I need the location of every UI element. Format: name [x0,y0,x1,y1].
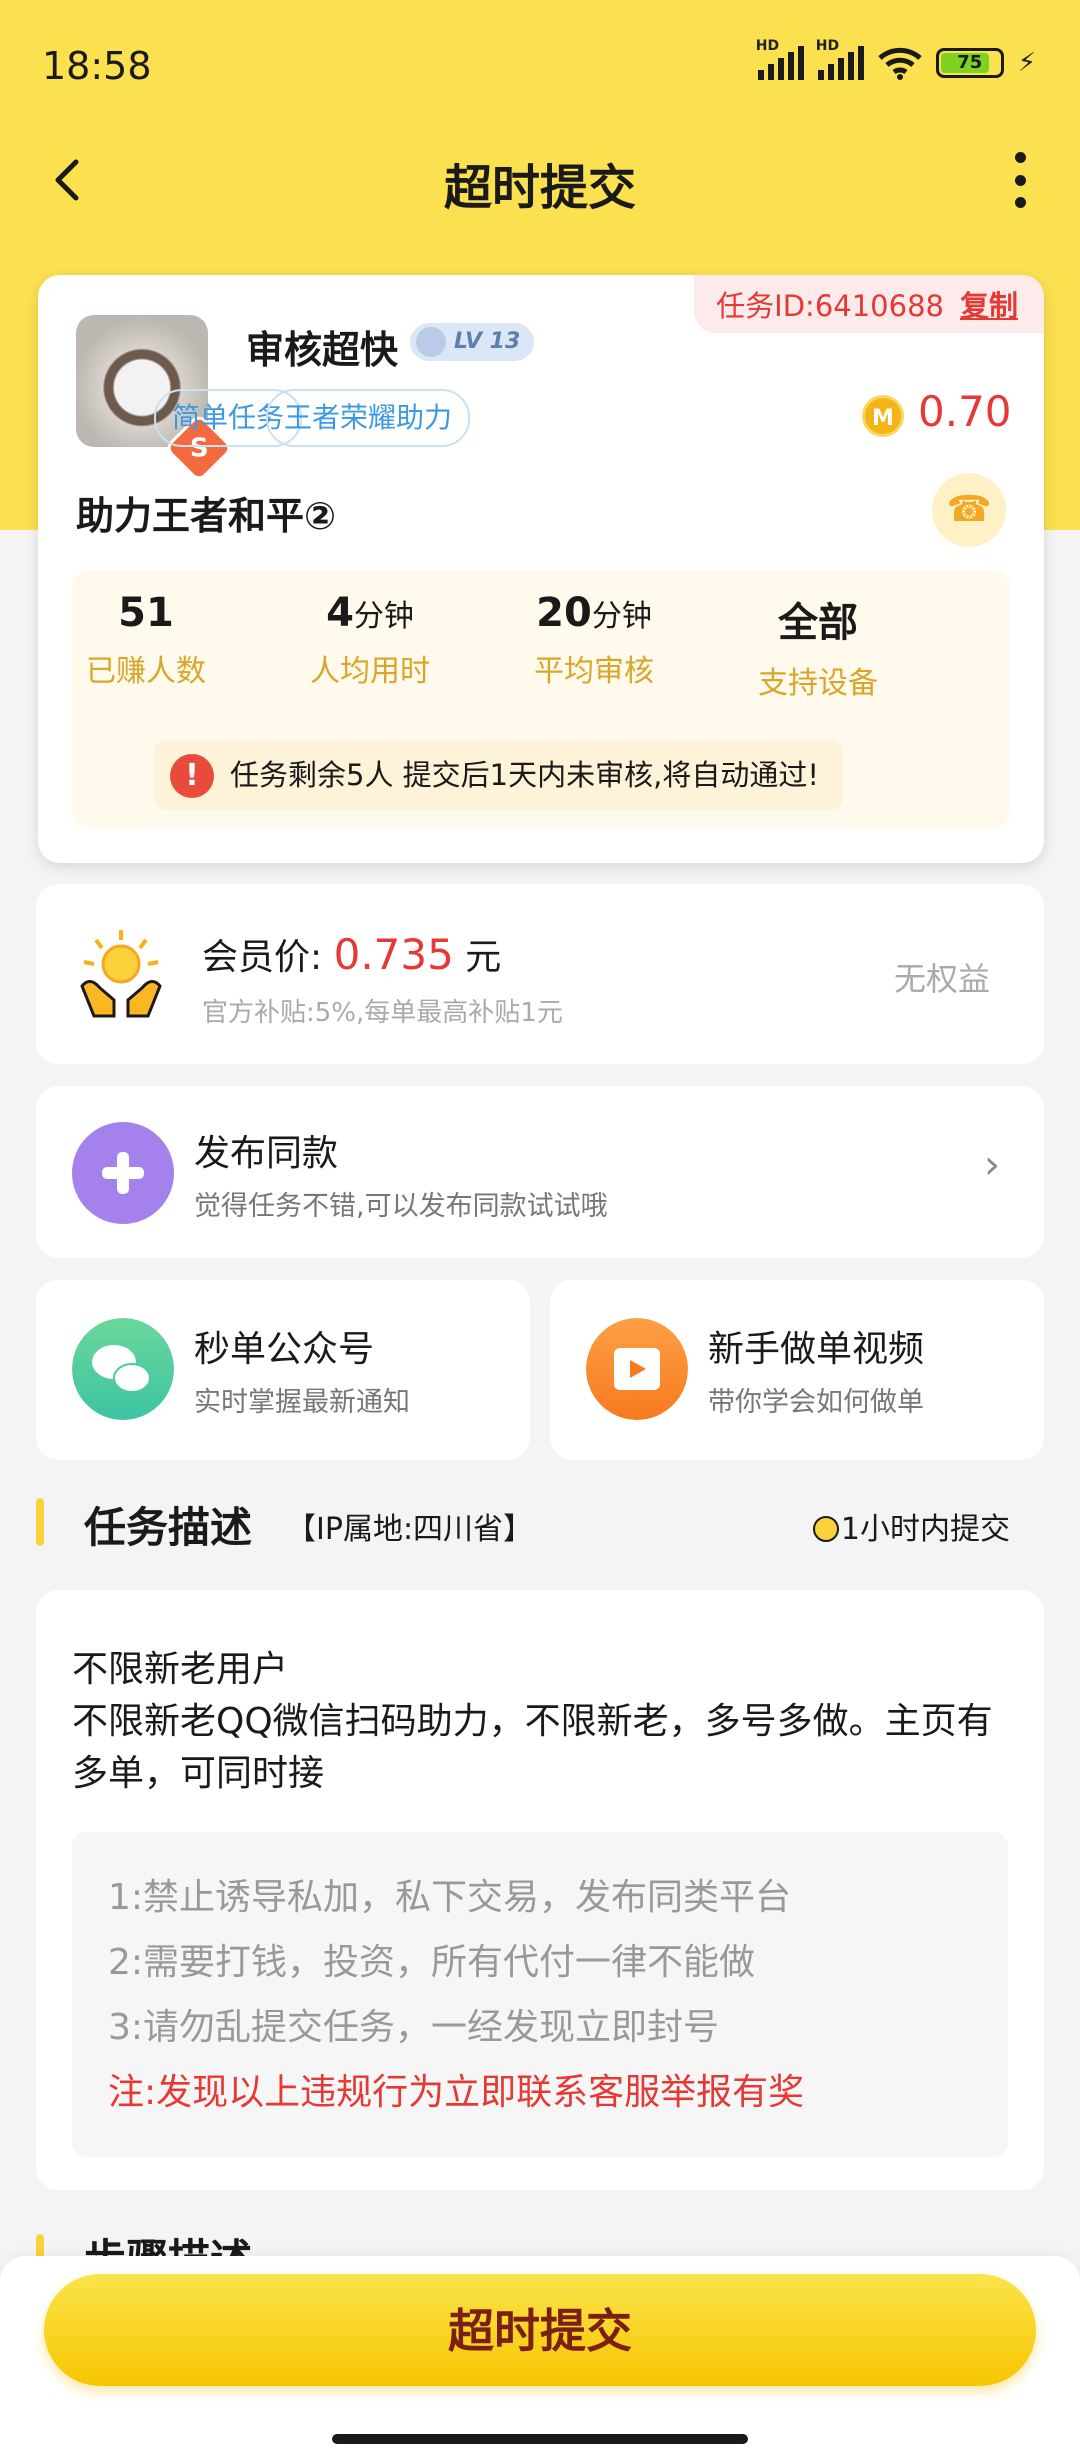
warning-icon: ! [170,754,214,798]
section-marker [36,1498,44,1546]
stat-devices: 全部 支持设备 [718,590,918,702]
reward-amount: 0.70 [918,387,1012,436]
rule-item: 3:请勿乱提交任务，一经发现立即封号 [108,2007,720,2048]
publish-subtitle: 觉得任务不错,可以发布同款试试哦 [194,1191,608,1222]
shortcut-subtitle: 带你学会如何做单 [708,1387,924,1418]
level-medal-icon [416,327,446,357]
wechat-icon [72,1318,174,1420]
description-text: 不限新老用户 不限新老QQ微信扫码助力，不限新老，多号多做。主页有多单，可同时接 [72,1649,993,1794]
official-account-button[interactable]: 秒单公众号 实时掌握最新通知 [36,1280,530,1460]
timeout-submit-button[interactable]: 超时提交 [44,2274,1036,2386]
stat-label: 平均审核 [534,654,654,689]
plus-icon [72,1122,174,1224]
member-price-value: 0.735 [333,930,454,979]
home-indicator[interactable] [332,2434,748,2444]
bottom-bar: 超时提交 [0,2256,1080,2460]
page-title: 超时提交 [443,160,636,216]
charging-icon: ⚡ [1017,48,1036,78]
nav-bar: 超时提交 [0,130,1080,230]
task-title: 助力王者和平② [76,494,337,538]
member-status: 无权益 [893,960,990,998]
task-tag: 王者荣耀助力 [266,389,471,447]
notice-text: 任务剩余5人 提交后1天内未审核,将自动通过! [230,758,819,792]
battery-icon: 75 [935,48,1004,78]
rule-item: 1:禁止诱导私加，私下交易，发布同类平台 [108,1877,792,1918]
rule-item: 2:需要打钱，投资，所有代付一律不能做 [108,1942,756,1983]
stat-label: 人均用时 [310,654,430,689]
wifi-icon [878,47,922,80]
tutorial-video-button[interactable]: 新手做单视频 带你学会如何做单 [550,1280,1044,1460]
hands-sun-icon [80,930,162,1018]
publish-same-button[interactable]: 发布同款 觉得任务不错,可以发布同款试试哦 › [36,1086,1044,1258]
stat-avg-review: 20分钟 平均审核 [494,590,694,690]
rules-box: 1:禁止诱导私加，私下交易，发布同类平台 2:需要打钱，投资，所有代付一律不能做… [72,1832,1008,2157]
level-label: LV 13 [454,329,521,354]
member-label: 会员价: [202,937,323,978]
publisher-name: 审核超快 [246,328,399,372]
member-price-card[interactable]: 会员价: 0.735 元 官方补贴:5%,每单最高补贴1元 无权益 [36,884,1044,1064]
description-heading: 任务描述 【IP属地:四川省】 1小时内提交 [36,1494,1044,1554]
task-stats: 51 已赚人数 4分钟 人均用时 20分钟 平均审核 全部 支持设备 ! 任务剩… [72,570,1010,828]
signal-icon: HD [816,38,864,80]
stat-avg-time: 4分钟 人均用时 [270,590,470,690]
shortcut-title: 秒单公众号 [194,1329,375,1370]
hd-label: HD [755,38,780,54]
chevron-right-icon: › [984,1142,1000,1188]
stat-label: 已赚人数 [86,654,206,689]
task-id-tag: 任务ID:6410688 复制 [694,275,1044,333]
ip-location: 【IP属地:四川省】 [286,1512,534,1547]
coin-icon: M [862,395,904,437]
hd-label: HD [815,38,840,54]
section-title: 任务描述 [84,1503,253,1552]
member-subsidy: 官方补贴:5%,每单最高补贴1元 [202,998,563,1028]
stat-earned: 51 已赚人数 [46,590,246,690]
battery-level: 75 [957,52,983,73]
rule-warning: 注:发现以上违规行为立即联系客服举报有奖 [108,2072,805,2113]
status-time: 18:58 [42,44,152,88]
task-notice: ! 任务剩余5人 提交后1天内未审核,将自动通过! [154,740,843,810]
signal-icon: HD [756,38,804,80]
stat-label: 支持设备 [758,666,878,701]
publish-title: 发布同款 [194,1133,339,1174]
level-badge: LV 13 [410,323,535,361]
task-id: 任务ID:6410688 [716,289,944,323]
copy-id-button[interactable]: 复制 [960,283,1018,325]
member-price: 会员价: 0.735 元 [202,928,501,980]
task-card: 任务ID:6410688 复制 S 审核超快 LV 13 简单任务 王者荣耀助力… [38,275,1044,863]
description-card: 不限新老用户 不限新老QQ微信扫码助力，不限新老，多号多做。主页有多单，可同时接… [36,1590,1044,2190]
shortcut-title: 新手做单视频 [708,1329,925,1370]
time-limit: 1小时内提交 [812,1504,1010,1548]
status-bar: 18:58 HD HD 75 ⚡ [0,0,1080,130]
clock-icon [812,1516,839,1542]
shortcut-subtitle: 实时掌握最新通知 [194,1387,410,1418]
phone-icon[interactable]: ☎ [932,473,1006,547]
video-icon [586,1318,688,1420]
more-menu-icon[interactable] [1000,152,1040,208]
member-price-unit: 元 [465,937,502,978]
status-icons: HD HD 75 ⚡ [756,38,1036,80]
